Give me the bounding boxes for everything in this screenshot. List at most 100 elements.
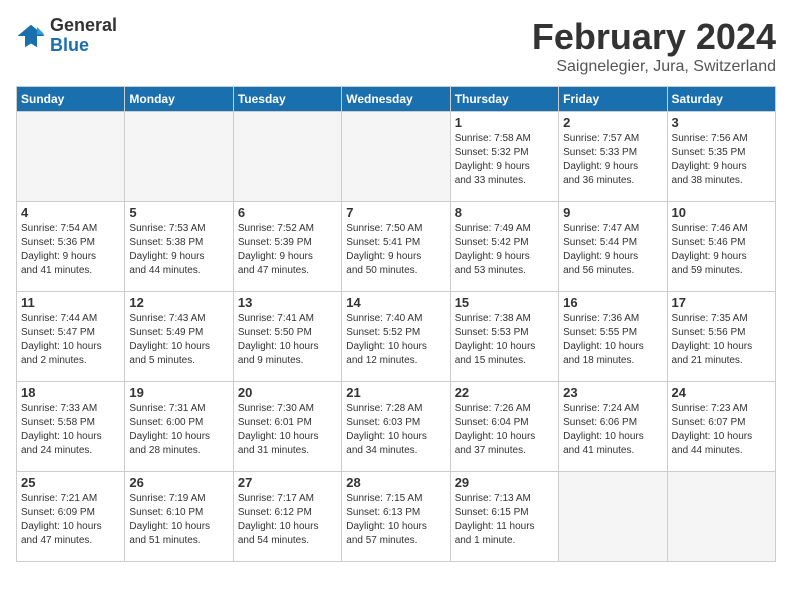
- day-info: Sunrise: 7:46 AM Sunset: 5:46 PM Dayligh…: [672, 222, 771, 278]
- weekday-header-tuesday: Tuesday: [233, 87, 341, 112]
- day-number: 26: [129, 475, 228, 490]
- calendar-cell: 19 Sunrise: 7:31 AM Sunset: 6:00 PM Dayli…: [125, 382, 233, 472]
- calendar-cell: 5 Sunrise: 7:53 AM Sunset: 5:38 PM Daylig…: [125, 202, 233, 292]
- day-number: 22: [455, 385, 554, 400]
- weekday-header-row: SundayMondayTuesdayWednesdayThursdayFrid…: [17, 87, 776, 112]
- calendar-cell: 8Sunrise: 7:49 AM Sunset: 5:42 PM Daylig…: [450, 202, 558, 292]
- week-row-4: 18 Sunrise: 7:33 AM Sunset: 5:58 PM Dayli…: [17, 382, 776, 472]
- calendar-cell: 28 Sunrise: 7:15 AM Sunset: 6:13 PM Dayli…: [342, 472, 450, 562]
- day-info: Sunrise: 7:38 AM Sunset: 5:53 PM Dayligh…: [455, 312, 554, 368]
- calendar-cell: 20 Sunrise: 7:30 AM Sunset: 6:01 PM Dayli…: [233, 382, 341, 472]
- calendar-cell: 9Sunrise: 7:47 AM Sunset: 5:44 PM Daylig…: [559, 202, 667, 292]
- day-info: Sunrise: 7:36 AM Sunset: 5:55 PM Dayligh…: [563, 312, 662, 368]
- day-info: Sunrise: 7:57 AM Sunset: 5:33 PM Dayligh…: [563, 132, 662, 188]
- day-info: Sunrise: 7:17 AM Sunset: 6:12 PM Dayligh…: [238, 492, 337, 548]
- calendar-cell: 25Sunrise: 7:21 AM Sunset: 6:09 PM Dayli…: [17, 472, 125, 562]
- day-number: 5: [129, 205, 228, 220]
- day-info: Sunrise: 7:53 AM Sunset: 5:38 PM Dayligh…: [129, 222, 228, 278]
- weekday-header-friday: Friday: [559, 87, 667, 112]
- calendar-cell: 23 Sunrise: 7:24 AM Sunset: 6:06 PM Dayli…: [559, 382, 667, 472]
- day-info: Sunrise: 7:54 AM Sunset: 5:36 PM Dayligh…: [21, 222, 120, 278]
- calendar-cell: 14 Sunrise: 7:40 AM Sunset: 5:52 PM Dayli…: [342, 292, 450, 382]
- week-row-1: 1 Sunrise: 7:58 AM Sunset: 5:32 PM Daylig…: [17, 112, 776, 202]
- calendar-cell: [233, 112, 341, 202]
- day-number: 20: [238, 385, 337, 400]
- day-info: Sunrise: 7:31 AM Sunset: 6:00 PM Dayligh…: [129, 402, 228, 458]
- weekday-header-monday: Monday: [125, 87, 233, 112]
- calendar-cell: 3 Sunrise: 7:56 AM Sunset: 5:35 PM Daylig…: [667, 112, 775, 202]
- day-number: 15: [455, 295, 554, 310]
- day-number: 13: [238, 295, 337, 310]
- calendar-cell: 29 Sunrise: 7:13 AM Sunset: 6:15 PM Dayli…: [450, 472, 558, 562]
- week-row-2: 4 Sunrise: 7:54 AM Sunset: 5:36 PM Daylig…: [17, 202, 776, 292]
- day-number: 18: [21, 385, 120, 400]
- day-number: 23: [563, 385, 662, 400]
- calendar-cell: 26 Sunrise: 7:19 AM Sunset: 6:10 PM Dayli…: [125, 472, 233, 562]
- calendar-cell: [342, 112, 450, 202]
- weekday-header-thursday: Thursday: [450, 87, 558, 112]
- weekday-header-wednesday: Wednesday: [342, 87, 450, 112]
- day-info: Sunrise: 7:33 AM Sunset: 5:58 PM Dayligh…: [21, 402, 120, 458]
- calendar-cell: [125, 112, 233, 202]
- day-number: 28: [346, 475, 445, 490]
- calendar-cell: 2 Sunrise: 7:57 AM Sunset: 5:33 PM Daylig…: [559, 112, 667, 202]
- calendar-cell: 17Sunrise: 7:35 AM Sunset: 5:56 PM Dayli…: [667, 292, 775, 382]
- week-row-3: 11Sunrise: 7:44 AM Sunset: 5:47 PM Dayli…: [17, 292, 776, 382]
- calendar-cell: [559, 472, 667, 562]
- day-info: Sunrise: 7:19 AM Sunset: 6:10 PM Dayligh…: [129, 492, 228, 548]
- calendar-cell: 7Sunrise: 7:50 AM Sunset: 5:41 PM Daylig…: [342, 202, 450, 292]
- day-info: Sunrise: 7:21 AM Sunset: 6:09 PM Dayligh…: [21, 492, 120, 548]
- calendar-cell: 22 Sunrise: 7:26 AM Sunset: 6:04 PM Dayli…: [450, 382, 558, 472]
- day-number: 17: [672, 295, 771, 310]
- calendar-cell: [667, 472, 775, 562]
- day-info: Sunrise: 7:40 AM Sunset: 5:52 PM Dayligh…: [346, 312, 445, 368]
- calendar-cell: 13Sunrise: 7:41 AM Sunset: 5:50 PM Dayli…: [233, 292, 341, 382]
- day-number: 1: [455, 115, 554, 130]
- month-title: February 2024: [532, 16, 776, 58]
- day-info: Sunrise: 7:13 AM Sunset: 6:15 PM Dayligh…: [455, 492, 554, 548]
- day-info: Sunrise: 7:56 AM Sunset: 5:35 PM Dayligh…: [672, 132, 771, 188]
- day-number: 29: [455, 475, 554, 490]
- logo-general: General: [50, 16, 117, 36]
- day-number: 10: [672, 205, 771, 220]
- day-number: 9: [563, 205, 662, 220]
- calendar-cell: 15 Sunrise: 7:38 AM Sunset: 5:53 PM Dayli…: [450, 292, 558, 382]
- day-info: Sunrise: 7:28 AM Sunset: 6:03 PM Dayligh…: [346, 402, 445, 458]
- calendar-cell: 27 Sunrise: 7:17 AM Sunset: 6:12 PM Dayli…: [233, 472, 341, 562]
- title-block: February 2024 Saignelegier, Jura, Switze…: [532, 16, 776, 76]
- day-number: 14: [346, 295, 445, 310]
- day-info: Sunrise: 7:24 AM Sunset: 6:06 PM Dayligh…: [563, 402, 662, 458]
- day-number: 3: [672, 115, 771, 130]
- logo: General Blue: [16, 16, 117, 56]
- day-info: Sunrise: 7:30 AM Sunset: 6:01 PM Dayligh…: [238, 402, 337, 458]
- calendar-cell: [17, 112, 125, 202]
- logo-bird-icon: [16, 21, 46, 51]
- day-number: 19: [129, 385, 228, 400]
- day-number: 27: [238, 475, 337, 490]
- calendar-cell: 21Sunrise: 7:28 AM Sunset: 6:03 PM Dayli…: [342, 382, 450, 472]
- day-info: Sunrise: 7:43 AM Sunset: 5:49 PM Dayligh…: [129, 312, 228, 368]
- location: Saignelegier, Jura, Switzerland: [532, 58, 776, 76]
- day-number: 4: [21, 205, 120, 220]
- logo-text: General Blue: [50, 16, 117, 56]
- page-header: General Blue February 2024 Saignelegier,…: [16, 16, 776, 76]
- calendar-cell: 4 Sunrise: 7:54 AM Sunset: 5:36 PM Daylig…: [17, 202, 125, 292]
- day-number: 8: [455, 205, 554, 220]
- week-row-5: 25Sunrise: 7:21 AM Sunset: 6:09 PM Dayli…: [17, 472, 776, 562]
- day-number: 24: [672, 385, 771, 400]
- calendar-cell: 10 Sunrise: 7:46 AM Sunset: 5:46 PM Dayli…: [667, 202, 775, 292]
- calendar-cell: 16 Sunrise: 7:36 AM Sunset: 5:55 PM Dayli…: [559, 292, 667, 382]
- calendar-table: SundayMondayTuesdayWednesdayThursdayFrid…: [16, 86, 776, 562]
- day-number: 12: [129, 295, 228, 310]
- day-number: 7: [346, 205, 445, 220]
- day-info: Sunrise: 7:52 AM Sunset: 5:39 PM Dayligh…: [238, 222, 337, 278]
- logo-blue: Blue: [50, 36, 117, 56]
- weekday-header-saturday: Saturday: [667, 87, 775, 112]
- day-info: Sunrise: 7:26 AM Sunset: 6:04 PM Dayligh…: [455, 402, 554, 458]
- day-number: 16: [563, 295, 662, 310]
- calendar-cell: 1 Sunrise: 7:58 AM Sunset: 5:32 PM Daylig…: [450, 112, 558, 202]
- day-info: Sunrise: 7:15 AM Sunset: 6:13 PM Dayligh…: [346, 492, 445, 548]
- day-number: 6: [238, 205, 337, 220]
- day-number: 2: [563, 115, 662, 130]
- day-info: Sunrise: 7:58 AM Sunset: 5:32 PM Dayligh…: [455, 132, 554, 188]
